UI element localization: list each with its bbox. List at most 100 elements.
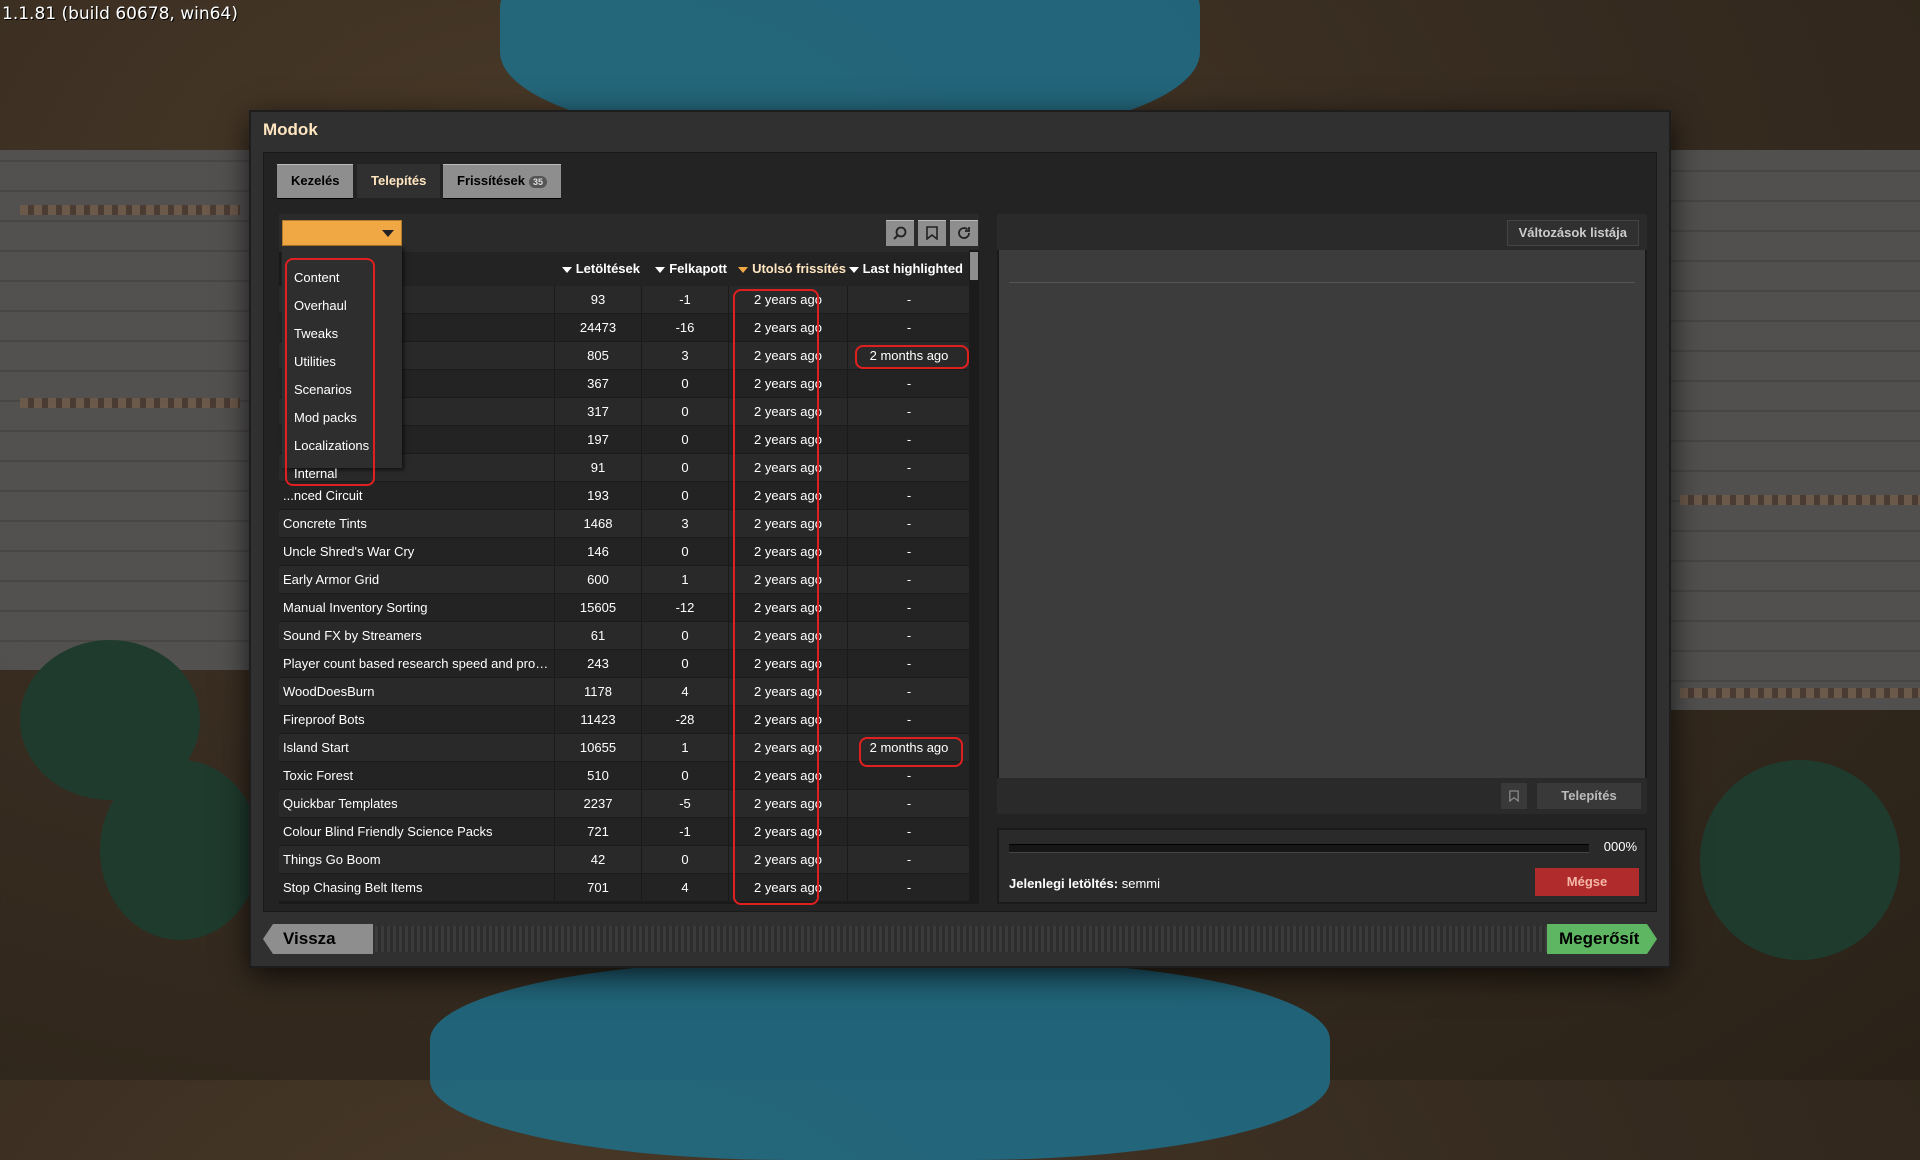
category-dropdown[interactable] xyxy=(282,220,402,246)
last-updated-cell: 2 years ago xyxy=(728,678,847,706)
last-updated-cell: 2 years ago xyxy=(728,538,847,566)
downloads-cell: 61 xyxy=(554,622,641,650)
table-row[interactable]: Stop Chasing Belt Items 701 4 2 years ago - xyxy=(279,874,969,902)
category-item-tweaks[interactable]: Tweaks xyxy=(294,326,338,341)
table-row[interactable]: Sound FX by Streamers 61 0 2 years ago - xyxy=(279,622,969,650)
trending-cell: 0 xyxy=(641,846,728,874)
sort-arrow-icon xyxy=(655,266,666,273)
table-row[interactable]: Toxic Forest 510 0 2 years ago - xyxy=(279,762,969,790)
tab-updates[interactable]: Frissítések 35 xyxy=(443,164,561,198)
last-highlighted-cell: - xyxy=(847,622,970,650)
trending-cell: 0 xyxy=(641,426,728,454)
table-row[interactable]: Island Start 10655 1 2 years ago 2 months ag… xyxy=(279,734,969,762)
last-highlighted-cell: - xyxy=(847,398,970,426)
trending-cell: 0 xyxy=(641,762,728,790)
category-item-localizations[interactable]: Localizations xyxy=(294,438,369,453)
trending-cell: 3 xyxy=(641,342,728,370)
table-row[interactable]: Manual Inventory Sorting 15605 -12 2 years … xyxy=(279,594,969,622)
last-highlighted-cell: - xyxy=(847,594,970,622)
table-row[interactable]: WoodDoesBurn 1178 4 2 years ago - xyxy=(279,678,969,706)
category-item-scenarios[interactable]: Scenarios xyxy=(294,382,352,397)
mod-name-cell: Fireproof Bots xyxy=(283,712,365,727)
table-row[interactable]: Uncle Shred's War Cry 146 0 2 years ago - xyxy=(279,538,969,566)
downloads-cell: 197 xyxy=(554,426,641,454)
mod-name-cell: Player count based research speed and pr… xyxy=(283,656,553,671)
downloads-cell: 1178 xyxy=(554,678,641,706)
last-updated-cell: 2 years ago xyxy=(728,594,847,622)
details-bookmark-button[interactable] xyxy=(1501,783,1527,809)
downloads-cell: 600 xyxy=(554,566,641,594)
table-row[interactable]: Fireproof Bots 11423 -28 2 years ago - xyxy=(279,706,969,734)
trending-cell: 4 xyxy=(641,874,728,902)
refresh-button[interactable] xyxy=(950,220,978,246)
last-highlighted-cell: - xyxy=(847,790,970,818)
table-row[interactable]: Early Armor Grid 600 1 2 years ago - xyxy=(279,566,969,594)
search-button[interactable] xyxy=(886,220,914,246)
downloads-cell: 805 xyxy=(554,342,641,370)
header-downloads[interactable]: Letöltések xyxy=(554,252,640,286)
current-download-title: Jelenlegi letöltés: xyxy=(1009,876,1119,891)
mod-list-scrollbar[interactable] xyxy=(969,250,979,904)
tab-install[interactable]: Telepítés xyxy=(357,164,441,198)
table-row[interactable]: Player count based research speed and pr… xyxy=(279,650,969,678)
confirm-button[interactable]: Megerősít xyxy=(1547,924,1657,954)
tab-manage[interactable]: Kezelés xyxy=(277,164,354,198)
scrollbar-thumb[interactable] xyxy=(970,252,978,280)
trending-cell: -5 xyxy=(641,790,728,818)
changelog-button[interactable]: Változások listája xyxy=(1506,220,1639,246)
table-row[interactable]: Quickbar Templates 2237 -5 2 years ago - xyxy=(279,790,969,818)
last-highlighted-cell: - xyxy=(847,538,970,566)
header-trending[interactable]: Felkapott xyxy=(641,252,727,286)
details-footer: Telepítés xyxy=(997,778,1647,814)
bookmark-button[interactable] xyxy=(918,220,946,246)
downloads-cell: 2237 xyxy=(554,790,641,818)
last-highlighted-cell: - xyxy=(847,762,970,790)
download-panel: 000% Jelenlegi letöltés: semmi Mégse xyxy=(997,828,1647,904)
trending-cell: 0 xyxy=(641,398,728,426)
table-row[interactable]: Concrete Tints 1468 3 2 years ago - xyxy=(279,510,969,538)
window-content: Kezelés Telepítés Frissítések 35 Content… xyxy=(263,152,1657,912)
mods-window: Modok Kezelés Telepítés Frissítések 35 C… xyxy=(251,112,1669,966)
bookmark-icon xyxy=(1509,790,1519,803)
downloads-cell: 10655 xyxy=(554,734,641,762)
mod-details-panel: Változások listája Telepítés xyxy=(997,214,1647,814)
table-row[interactable]: Things Go Boom 42 0 2 years ago - xyxy=(279,846,969,874)
mod-list-panel: Content Overhaul Tweaks Utilities Scenar… xyxy=(279,214,979,905)
category-item-content[interactable]: Content xyxy=(294,270,340,285)
category-item-utilities[interactable]: Utilities xyxy=(294,354,336,369)
category-item-overhaul[interactable]: Overhaul xyxy=(294,298,347,313)
header-downloads-label: Letöltések xyxy=(575,261,640,276)
category-item-mod-packs[interactable]: Mod packs xyxy=(294,410,357,425)
last-highlighted-cell: - xyxy=(847,482,970,510)
mod-name-cell: Things Go Boom xyxy=(283,852,381,867)
last-updated-cell: 2 years ago xyxy=(728,314,847,342)
last-updated-cell: 2 years ago xyxy=(728,762,847,790)
header-last-highlighted-label: Last highlighted xyxy=(862,261,963,276)
trending-cell: 0 xyxy=(641,650,728,678)
last-updated-cell: 2 years ago xyxy=(728,454,847,482)
mod-name-cell: Quickbar Templates xyxy=(283,796,398,811)
downloads-cell: 317 xyxy=(554,398,641,426)
version-label: 1.1.81 (build 60678, win64) xyxy=(2,4,238,24)
cancel-download-button[interactable]: Mégse xyxy=(1535,868,1639,896)
sort-arrow-icon xyxy=(848,266,859,273)
category-menu: Content Overhaul Tweaks Utilities Scenar… xyxy=(282,246,402,486)
downloads-cell: 93 xyxy=(554,286,641,314)
table-row[interactable]: ...nced Circuit 193 0 2 years ago - xyxy=(279,482,969,510)
downloads-cell: 367 xyxy=(554,370,641,398)
trending-cell: -1 xyxy=(641,818,728,846)
install-button[interactable]: Telepítés xyxy=(1537,783,1641,809)
downloads-cell: 243 xyxy=(554,650,641,678)
trending-cell: 0 xyxy=(641,622,728,650)
category-item-internal[interactable]: Internal xyxy=(294,466,337,481)
header-last-updated[interactable]: Utolsó frissítés xyxy=(728,252,846,286)
last-highlighted-cell: - xyxy=(847,706,970,734)
last-updated-cell: 2 years ago xyxy=(728,510,847,538)
back-button[interactable]: Vissza xyxy=(263,924,373,954)
downloads-cell: 91 xyxy=(554,454,641,482)
header-last-highlighted[interactable]: Last highlighted xyxy=(847,252,963,286)
downloads-cell: 146 xyxy=(554,538,641,566)
trending-cell: -16 xyxy=(641,314,728,342)
last-highlighted-cell: - xyxy=(847,454,970,482)
table-row[interactable]: Colour Blind Friendly Science Packs 721 -1… xyxy=(279,818,969,846)
